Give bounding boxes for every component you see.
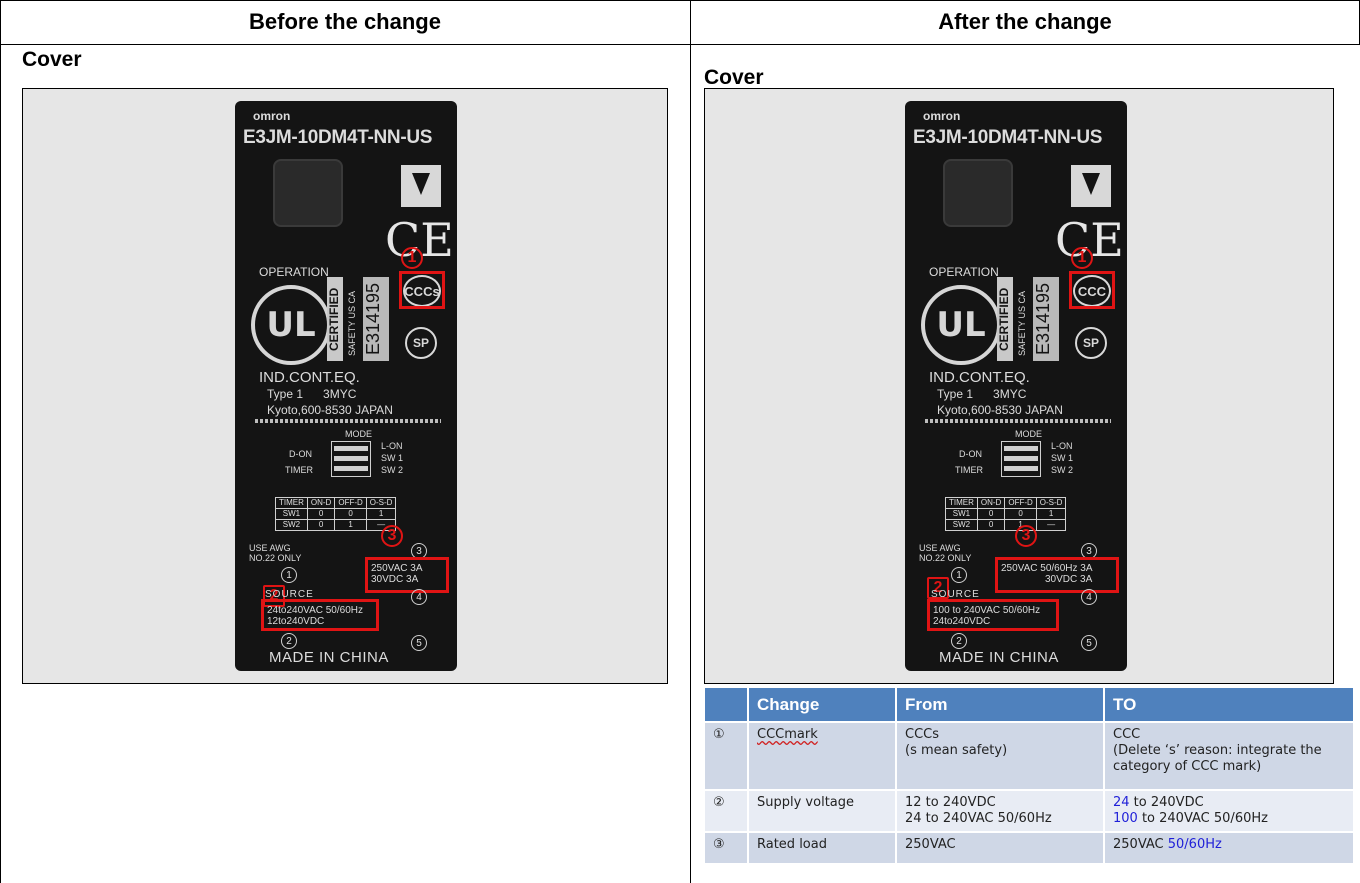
separator-line (925, 419, 1111, 423)
timer-setting-table: TIMER ON-D OFF-D O-S-D SW1 0 0 1 SW2 0 1— (945, 497, 1067, 531)
certificate-number: E314195 (1033, 277, 1059, 361)
change-table: Change From TO ① CCCmark CCCs (s mean saf… (705, 688, 1355, 863)
header-from: From (896, 688, 1105, 722)
safety-label: SAFETY US CA (1017, 291, 1027, 356)
brand-logo: omron (253, 109, 291, 123)
change-table-header: Change From TO (705, 688, 1355, 722)
terminal-4: 4 (1081, 589, 1097, 605)
ul-logo-icon: UL (251, 285, 331, 365)
marker-1-icon: 1 (1071, 247, 1093, 269)
model-number: E3JM-10DM4T-NN-US (913, 127, 1103, 148)
certified-strip: CERTIFIED (997, 277, 1013, 361)
highlight-supply-voltage (261, 599, 379, 631)
indicator-window (273, 159, 343, 227)
row-number: ③ (705, 831, 749, 863)
terminal-1: 1 (281, 567, 297, 583)
header-number (705, 688, 749, 722)
terminal-2: 2 (951, 633, 967, 649)
down-arrow-icon (1071, 165, 1111, 207)
certificate-number: E314195 (363, 277, 389, 361)
ind-label: IND.CONT.EQ. (259, 369, 360, 386)
sw2-label: SW 2 (381, 465, 404, 475)
ul-logo-icon: UL (921, 285, 1001, 365)
awg-label: USE AWG NO.22 ONLY (919, 543, 972, 563)
dip-switch (331, 441, 371, 477)
type-label: Type 1 3MYC (267, 387, 357, 401)
down-arrow-icon (401, 165, 441, 207)
dip-switch (1001, 441, 1041, 477)
row-from: 12 to 240VDC 24 to 240VAC 50/60Hz (896, 789, 1105, 832)
row-from: 250VAC (896, 831, 1105, 863)
table-row: ① CCCmark CCCs (s mean safety) CCC (Delete… (705, 721, 1355, 790)
made-in-label: MADE IN CHINA (939, 649, 1059, 666)
row-change: Supply voltage (748, 789, 897, 832)
terminal-4: 4 (411, 589, 427, 605)
center-divider (690, 0, 691, 883)
before-column-title: Before the change (249, 9, 441, 34)
awg-label: USE AWG NO.22 ONLY (249, 543, 302, 563)
model-number: E3JM-10DM4T-NN-US (243, 127, 433, 148)
after-column-title: After the change (938, 9, 1112, 34)
row-from: CCCs (s mean safety) (896, 721, 1105, 790)
marker-3-icon: 3 (1015, 525, 1037, 547)
row-to: 250VAC 50/60Hz (1104, 831, 1355, 863)
safety-label: SAFETY US CA (347, 291, 357, 356)
table-row: ③ Rated load 250VAC 250VAC 50/60Hz (705, 831, 1355, 863)
row-number: ② (705, 789, 749, 832)
mode-label: MODE (345, 429, 372, 439)
marker-3-icon: 3 (381, 525, 403, 547)
before-photo-frame: omron E3JM-10DM4T-NN-US CE OPERATION UL … (22, 88, 668, 684)
timer-label: TIMER (285, 465, 313, 475)
sw1-label: SW 1 (381, 453, 404, 463)
l-on-label: L-ON (381, 441, 403, 451)
d-on-label: D-ON (959, 449, 982, 459)
terminal-5: 5 (1081, 635, 1097, 651)
row-change: CCCmark (748, 721, 897, 790)
csa-mark-icon: SP (405, 327, 437, 359)
before-cover-label: Cover (22, 48, 82, 71)
brand-logo: omron (923, 109, 961, 123)
sw2-label: SW 2 (1051, 465, 1074, 475)
address-label: Kyoto,600-8530 JAPAN (267, 403, 393, 417)
ind-label: IND.CONT.EQ. (929, 369, 1030, 386)
highlight-load-rating (995, 557, 1119, 593)
marker-1-icon: 1 (401, 247, 423, 269)
address-label: Kyoto,600-8530 JAPAN (937, 403, 1063, 417)
after-device-cover: omron E3JM-10DM4T-NN-US CE OPERATION UL … (905, 101, 1127, 671)
timer-label: TIMER (955, 465, 983, 475)
row-to: 24 to 240VDC 100 to 240VAC 50/60Hz (1104, 789, 1355, 832)
highlight-ccc-mark (1069, 271, 1115, 309)
terminal-5: 5 (411, 635, 427, 651)
header-to: TO (1104, 688, 1355, 722)
type-label: Type 1 3MYC (937, 387, 1027, 401)
timer-setting-table: TIMER ON-D OFF-D O-S-D SW1 0 0 1 SW2 0 1— (275, 497, 397, 531)
certified-strip: CERTIFIED (327, 277, 343, 361)
indicator-window (943, 159, 1013, 227)
highlight-ccc-mark (399, 271, 445, 309)
table-row: ② Supply voltage 12 to 240VDC 24 to 240VA… (705, 789, 1355, 832)
before-device-cover: omron E3JM-10DM4T-NN-US CE OPERATION UL … (235, 101, 457, 671)
left-border (0, 0, 1, 883)
after-cover-label: Cover (704, 66, 764, 89)
operation-label: OPERATION (929, 265, 999, 279)
operation-label: OPERATION (259, 265, 329, 279)
after-photo-frame: omron E3JM-10DM4T-NN-US CE OPERATION UL … (704, 88, 1334, 684)
sw1-label: SW 1 (1051, 453, 1074, 463)
made-in-label: MADE IN CHINA (269, 649, 389, 666)
csa-mark-icon: SP (1075, 327, 1107, 359)
d-on-label: D-ON (289, 449, 312, 459)
l-on-label: L-ON (1051, 441, 1073, 451)
terminal-1: 1 (951, 567, 967, 583)
header-change: Change (748, 688, 897, 722)
row-change: Rated load (748, 831, 897, 863)
row-number: ① (705, 721, 749, 790)
highlight-load-rating (365, 557, 449, 593)
separator-line (255, 419, 441, 423)
highlight-supply-voltage (927, 599, 1059, 631)
header-divider (0, 44, 1360, 45)
terminal-2: 2 (281, 633, 297, 649)
row-to: CCC (Delete ‘s’ reason: integrate the cate… (1104, 721, 1355, 790)
mode-label: MODE (1015, 429, 1042, 439)
